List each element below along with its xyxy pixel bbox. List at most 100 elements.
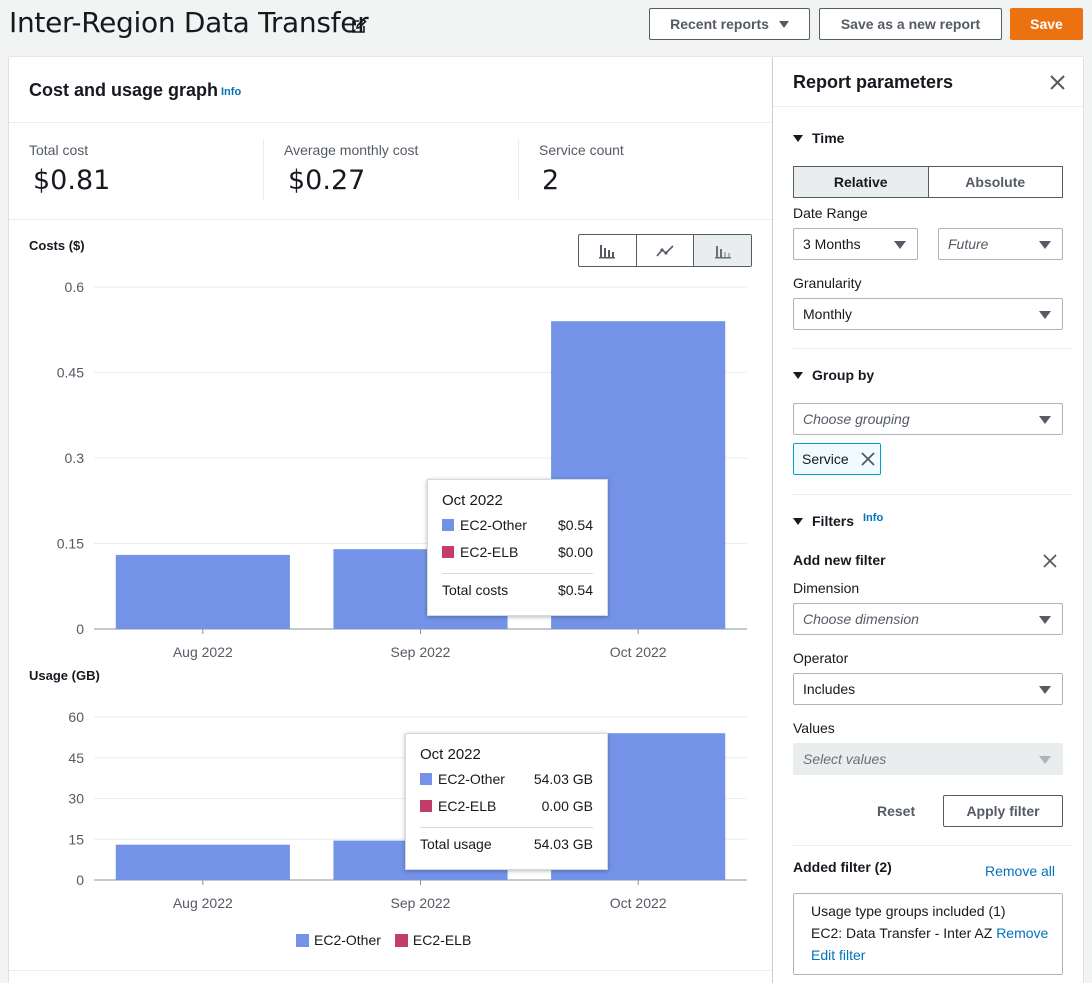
tooltip-total-label: Total usage	[420, 836, 492, 852]
usage-tooltip: Oct 2022 EC2-Other 54.03 GB EC2-ELB 0.00…	[405, 733, 608, 870]
operator-label: Operator	[793, 650, 849, 666]
divider	[9, 122, 772, 123]
added-filter-card: Usage type groups included (1) EC2: Data…	[793, 893, 1063, 975]
chart-type-toggle	[578, 234, 752, 267]
dimension-label: Dimension	[793, 580, 860, 596]
future-placeholder: Future	[948, 236, 989, 252]
divider	[793, 348, 1073, 349]
future-select[interactable]: Future	[938, 228, 1063, 260]
divider	[518, 139, 519, 201]
line-chart-button[interactable]	[637, 235, 695, 266]
y-tick-label: 45	[68, 750, 84, 766]
added-filter-heading: Added filter (2)	[793, 859, 892, 875]
y-tick-label: 0.3	[65, 450, 85, 466]
stat-value-total-cost: $0.81	[33, 165, 111, 196]
tooltip-value: 0.00 GB	[541, 798, 593, 814]
time-mode-toggle: Relative Absolute	[793, 166, 1063, 198]
tooltip-value: $0.54	[557, 517, 593, 533]
dimension-placeholder: Choose dimension	[803, 611, 919, 627]
x-tick-label: Aug 2022	[173, 644, 233, 660]
caret-down-icon	[1039, 756, 1051, 764]
tooltip-row: EC2-Other $0.54	[442, 517, 593, 533]
values-select[interactable]: Select values	[793, 743, 1063, 775]
save-as-new-report-button[interactable]: Save as a new report	[819, 8, 1002, 40]
time-section-toggle[interactable]: Time	[793, 130, 844, 146]
y-tick-label: 30	[68, 791, 84, 807]
dimension-select[interactable]: Choose dimension	[793, 603, 1063, 635]
remove-filter-link[interactable]: Remove	[996, 925, 1048, 941]
tooltip-total-row: Total costs $0.54	[442, 582, 593, 598]
operator-select[interactable]: Includes	[793, 673, 1063, 705]
bar-ec2-other[interactable]	[115, 554, 290, 629]
recent-reports-label: Recent reports	[670, 16, 769, 32]
filter-value: EC2: Data Transfer - Inter AZ	[811, 925, 993, 941]
divider	[9, 970, 772, 971]
close-icon[interactable]	[1043, 554, 1057, 568]
divider	[793, 494, 1073, 495]
tooltip-total-value: 54.03 GB	[533, 836, 593, 852]
y-tick-label: 0	[76, 872, 84, 888]
caret-down-icon	[778, 20, 789, 28]
granularity-label: Granularity	[793, 275, 862, 291]
bar-ec2-other[interactable]	[115, 844, 290, 880]
save-button[interactable]: Save	[1010, 8, 1083, 40]
legend-swatch	[420, 773, 432, 785]
filters-section-toggle[interactable]: Filters	[793, 513, 854, 529]
y-tick-label: 0.45	[57, 365, 84, 381]
legend-item-ec2-elb[interactable]: EC2-ELB	[413, 932, 471, 948]
time-heading: Time	[812, 130, 845, 146]
legend-item-ec2-other[interactable]: EC2-Other	[314, 932, 381, 948]
tooltip-total-label: Total costs	[442, 582, 509, 598]
granularity-select[interactable]: Monthly	[793, 298, 1063, 330]
group-by-heading: Group by	[812, 367, 875, 383]
tooltip-total-row: Total usage 54.03 GB	[420, 836, 593, 852]
caret-down-icon	[894, 241, 906, 249]
remove-all-link[interactable]: Remove all	[985, 863, 1055, 879]
info-link[interactable]: Info	[863, 512, 883, 524]
divider	[263, 139, 264, 201]
operator-value: Includes	[803, 681, 856, 697]
legend-swatch	[394, 933, 408, 947]
token-label: Service	[802, 451, 849, 467]
close-icon[interactable]	[861, 452, 875, 466]
absolute-button[interactable]: Absolute	[927, 166, 1063, 198]
apply-filter-button[interactable]: Apply filter	[943, 795, 1063, 827]
values-placeholder: Select values	[803, 751, 887, 767]
tooltip-row: EC2-ELB 0.00 GB	[420, 798, 593, 814]
costs-chart: 0 0.15 0.3 0.45 0.6 Aug 2022 Sep 2022 Oct 2022	[57, 279, 747, 660]
legend-swatch	[442, 519, 454, 531]
edit-filter-link[interactable]: Edit filter	[811, 947, 865, 963]
y-tick-label: 0.15	[57, 536, 84, 552]
x-tick-label: Aug 2022	[173, 895, 233, 911]
info-link[interactable]: Info	[221, 86, 241, 98]
tooltip-title: Oct 2022	[442, 492, 503, 509]
group-by-section-toggle[interactable]: Group by	[793, 367, 874, 383]
x-tick-label: Sep 2022	[391, 644, 451, 660]
stat-label-service-count: Service count	[539, 142, 624, 158]
recent-reports-dropdown[interactable]: Recent reports	[649, 8, 810, 40]
divider	[420, 827, 593, 828]
granularity-value: Monthly	[803, 306, 853, 322]
x-tick-label: Oct 2022	[610, 644, 667, 660]
y-tick-label: 15	[68, 831, 84, 847]
bar-chart-button[interactable]	[579, 235, 637, 266]
stacked-bar-chart-button[interactable]	[694, 235, 752, 266]
filter-summary: Usage type groups included (1)	[811, 903, 1006, 919]
stacked-bar-chart-icon	[714, 245, 731, 258]
close-icon[interactable]	[1050, 75, 1065, 90]
caret-down-icon	[1039, 311, 1051, 319]
edit-icon[interactable]	[351, 18, 367, 34]
date-range-select[interactable]: 3 Months	[793, 228, 918, 260]
costs-chart-title: Costs ($)	[29, 238, 85, 253]
tooltip-label: EC2-ELB	[438, 798, 497, 814]
grouping-select[interactable]: Choose grouping	[793, 403, 1063, 435]
divider	[9, 219, 772, 220]
values-label: Values	[793, 720, 835, 736]
stat-value-avg-cost: $0.27	[288, 165, 366, 196]
reset-button[interactable]: Reset	[877, 803, 915, 819]
divider	[442, 573, 593, 574]
relative-button[interactable]: Relative	[793, 166, 928, 198]
tooltip-label: EC2-Other	[460, 517, 527, 533]
tooltip-total-value: $0.54	[557, 582, 593, 598]
stat-value-service-count: 2	[542, 165, 560, 196]
